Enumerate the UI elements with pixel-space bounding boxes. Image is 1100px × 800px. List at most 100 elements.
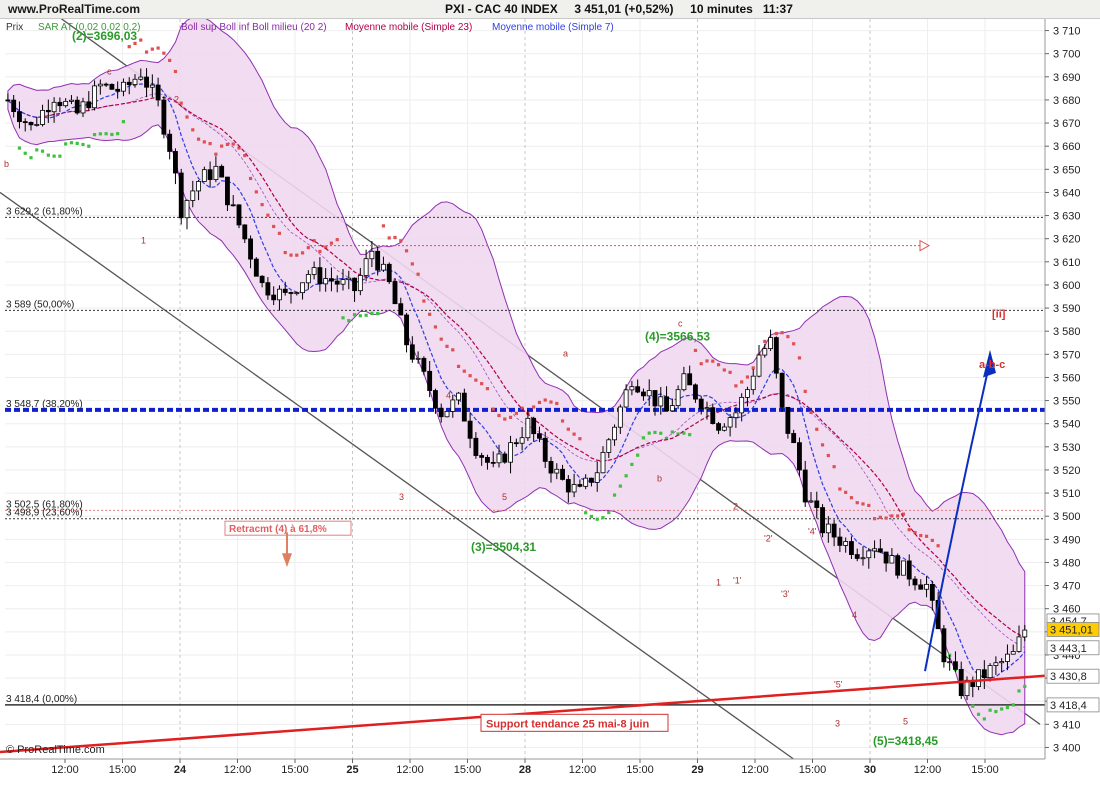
wave-number: c [107, 67, 112, 77]
sar-dot [797, 356, 802, 360]
sar-dot [994, 709, 998, 714]
sar-dot [179, 101, 183, 105]
sar-dot [896, 514, 900, 518]
candle-body [305, 274, 311, 284]
sar-dot [566, 427, 570, 431]
time-tick-label: 29 [691, 764, 703, 776]
candle-body [132, 78, 138, 85]
candle-body [178, 172, 184, 219]
sar-dot [532, 405, 536, 409]
sar-dot [1023, 684, 1027, 689]
candle-body [207, 169, 213, 180]
sar-dot [861, 502, 865, 506]
candle-body [606, 439, 612, 453]
price-chart[interactable]: 3 629,2 (61,80%) 3 589 (50,00%) 3 548,7 (3… [0, 19, 1100, 800]
sar-dot [191, 128, 195, 132]
sar-dot [491, 407, 495, 411]
wave-number: c [678, 319, 683, 329]
candle-body [779, 372, 785, 408]
candle-body [381, 263, 386, 271]
sar-dot [376, 312, 380, 316]
wave-number: 3 [399, 492, 404, 502]
wave-label: [ii] [992, 308, 1006, 320]
candle-body [1005, 653, 1010, 662]
candle-body [525, 417, 531, 439]
sar-dot [352, 313, 357, 317]
sar-dot [763, 339, 767, 343]
sar-dot [81, 142, 85, 147]
candle-body [773, 337, 779, 374]
price-tick-label: 3 550 [1053, 396, 1081, 408]
sar-dot [208, 142, 212, 146]
candle-body [629, 386, 635, 391]
fib-label: 3 589 (50,00%) [6, 299, 74, 310]
candle-body [681, 373, 687, 391]
sar-dot [451, 348, 455, 352]
wave-label: (3)=3504,31 [471, 540, 536, 554]
candle-body [253, 258, 259, 277]
wave-number: 1 [716, 578, 721, 588]
wave-number: 2 [733, 501, 738, 511]
sar-dot [364, 313, 368, 317]
candle-body [825, 523, 831, 534]
candle-body [357, 275, 363, 292]
candle-body [271, 294, 277, 301]
candle-body [230, 204, 236, 207]
price-axis: 3 710 3 700 3 690 3 680 3 670 3 660 3 650 3 640… [1044, 19, 1100, 800]
candle-body [693, 384, 698, 400]
sar-dot [347, 319, 351, 323]
candle-body [444, 411, 450, 418]
candle-body [248, 238, 253, 260]
candle-body [196, 181, 201, 192]
candle-body [531, 417, 537, 435]
candle-body [918, 584, 924, 590]
candle-body [421, 357, 427, 372]
candle-body [323, 278, 329, 285]
candle-body [901, 560, 906, 576]
candle-body [698, 398, 704, 410]
candle-body [831, 523, 837, 538]
wave-number: '5' [834, 679, 843, 689]
sar-dot [162, 51, 166, 55]
sar-dot [537, 400, 542, 405]
candle-body [976, 669, 981, 687]
sar-dot [653, 430, 657, 435]
candle-body [450, 399, 456, 412]
sar-dot [156, 46, 160, 50]
sar-dot [416, 272, 420, 276]
candle-body [173, 151, 178, 174]
sar-dot [127, 45, 131, 49]
candle-body [92, 85, 97, 109]
sar-dot [740, 380, 744, 384]
candle-body [236, 204, 242, 226]
candle-body [155, 84, 161, 101]
wave-number: a [563, 349, 568, 359]
price-tick-label: 3 620 [1053, 234, 1081, 246]
sar-dot [774, 331, 778, 336]
sar-dot [225, 142, 230, 147]
candle-body [490, 461, 496, 464]
candle-body [872, 548, 877, 552]
candle-body [646, 390, 652, 397]
candle-body [537, 433, 542, 439]
candle-body [612, 426, 617, 441]
candle-body [652, 390, 658, 407]
sar-dot [549, 400, 553, 404]
sar-dot [110, 132, 114, 137]
candle-body [542, 437, 548, 462]
candle-body [716, 423, 721, 431]
candle-body [791, 433, 797, 444]
wave-number: 5 [502, 492, 507, 502]
time-axis: 12:00 15:00 24 12:00 15:00 25 12:00 15:00 28 12:0… [0, 758, 1045, 800]
sar-dot [722, 368, 726, 372]
site-name[interactable]: www.ProRealTime.com [8, 2, 140, 16]
price-change: (+0,52%) [624, 2, 674, 16]
price-tick-label: 3 500 [1053, 511, 1081, 523]
sar-dot [815, 427, 819, 431]
candle-body [866, 550, 872, 559]
candle-body [999, 661, 1005, 664]
candle-body [802, 469, 808, 503]
time-tick-label: 12:00 [569, 764, 597, 776]
sar-dot [248, 176, 253, 181]
legend-bollinger: Boll sup Boll inf Boll milieu (20 2) [181, 22, 327, 33]
